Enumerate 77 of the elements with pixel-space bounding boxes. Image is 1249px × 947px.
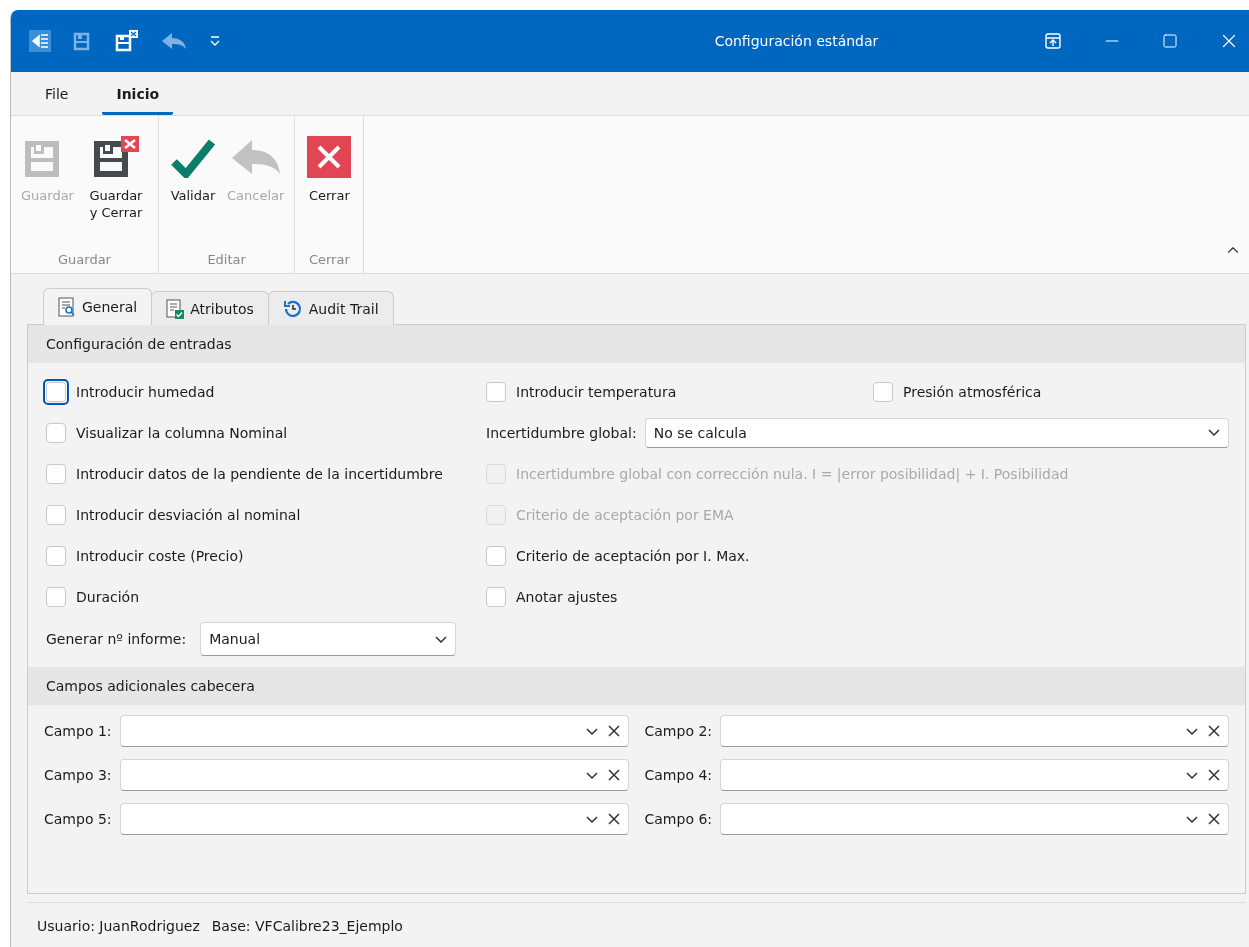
checkbox-label: Introducir datos de la pendiente de la incertidumbre — [76, 465, 443, 482]
checkbox[interactable] — [46, 504, 66, 525]
status-database: Base: VFCalibre23_Ejemplo — [211, 918, 403, 934]
checkbox[interactable] — [46, 586, 66, 607]
clear-icon[interactable] — [607, 769, 620, 781]
customize-menu-icon[interactable] — [209, 35, 221, 47]
group-label: Guardar — [57, 252, 112, 269]
save-close-icon — [92, 136, 139, 178]
chevron-down-icon — [1186, 771, 1198, 779]
checkbox[interactable] — [486, 586, 506, 607]
clear-icon[interactable] — [607, 725, 620, 737]
chevron-down-icon — [1186, 727, 1198, 735]
field-label: Campo 2: — [644, 723, 713, 739]
clear-icon[interactable] — [607, 813, 620, 825]
checkbox[interactable] — [486, 545, 506, 566]
chevron-down-icon — [1186, 815, 1198, 823]
checkbox[interactable] — [46, 422, 66, 443]
group-label: Cerrar — [307, 252, 351, 269]
checkbox-label: Introducir humedad — [76, 383, 215, 400]
history-icon — [282, 298, 303, 319]
checkbox-label: Criterio de aceptación por EMA — [516, 506, 734, 523]
chevron-down-icon — [585, 727, 598, 735]
undo-icon[interactable] — [161, 31, 187, 51]
tab[interactable]: Atributos — [151, 291, 269, 325]
restore-ribbon-icon[interactable] — [1044, 32, 1062, 50]
checkbox[interactable] — [46, 545, 66, 566]
tab[interactable]: Audit Trail — [267, 291, 394, 325]
group-label: Editar — [206, 252, 247, 269]
field-label: Generar nº informe: — [46, 631, 187, 647]
field-label: Campo 3: — [44, 767, 112, 783]
status-user: Usuario: JuanRodriguez — [37, 918, 200, 934]
checkbox[interactable] — [46, 463, 66, 484]
checklist-icon — [166, 298, 185, 319]
window-title: Configuración estándar — [713, 33, 880, 49]
ribbon-tab[interactable]: File — [31, 86, 83, 115]
app-icon[interactable] — [29, 30, 51, 52]
clear-icon[interactable] — [1208, 769, 1220, 781]
checkbox[interactable] — [486, 381, 506, 402]
chevron-down-icon — [585, 815, 598, 823]
checkbox-label: Introducir temperatura — [516, 383, 677, 400]
checkbox-label: Visualizar la columna Nominal — [76, 424, 288, 441]
field-label: Campo 1: — [44, 723, 112, 739]
combo-field[interactable] — [119, 759, 629, 791]
combo-field[interactable] — [720, 715, 1229, 747]
checkbox-label: Criterio de aceptación por I. Max. — [516, 547, 750, 564]
chevron-down-icon — [435, 635, 448, 643]
checkbox-label: Duración — [76, 588, 139, 605]
section-header: Configuración de entradas — [28, 325, 1245, 363]
checkbox-label: Presión atmosférica — [903, 383, 1042, 400]
combo-field[interactable] — [720, 759, 1229, 791]
maximize-icon[interactable] — [1162, 33, 1178, 49]
ribbon-button[interactable]: Cerrar — [301, 132, 358, 252]
checkbox[interactable] — [873, 381, 893, 402]
dropdown[interactable]: Manual — [200, 622, 457, 656]
close-icon — [307, 136, 352, 178]
clear-icon[interactable] — [1208, 813, 1220, 825]
tab[interactable]: General — [43, 288, 153, 325]
checkbox-label: Introducir desviación al nominal — [76, 506, 301, 523]
section-header: Campos adicionales cabecera — [28, 667, 1245, 705]
field-label: Campo 5: — [44, 811, 112, 827]
field-label: Campo 6: — [644, 811, 713, 827]
checkbox-label: Introducir coste (Precio) — [76, 547, 244, 564]
dropdown[interactable]: No se calcula — [644, 417, 1229, 448]
document-search-icon — [58, 297, 76, 317]
field-label: Campo 4: — [644, 767, 713, 783]
combo-field[interactable] — [720, 803, 1229, 835]
chevron-down-icon — [585, 771, 598, 779]
clear-icon[interactable] — [1208, 725, 1220, 737]
ribbon-button[interactable]: Validar — [164, 132, 221, 252]
checkbox-label: Anotar ajustes — [516, 588, 618, 605]
checkbox-label: Incertidumbre global con corrección nula. I = |error posibilidad| + I. Posibilidad — [516, 465, 1069, 482]
field-label: Incertidumbre global: — [486, 424, 637, 441]
ribbon-button[interactable]: Guardar y Cerrar — [79, 132, 152, 252]
chevron-down-icon — [1208, 429, 1220, 436]
combo-field[interactable] — [119, 715, 629, 747]
combo-field[interactable] — [119, 803, 629, 835]
save-close-icon[interactable] — [115, 30, 139, 52]
